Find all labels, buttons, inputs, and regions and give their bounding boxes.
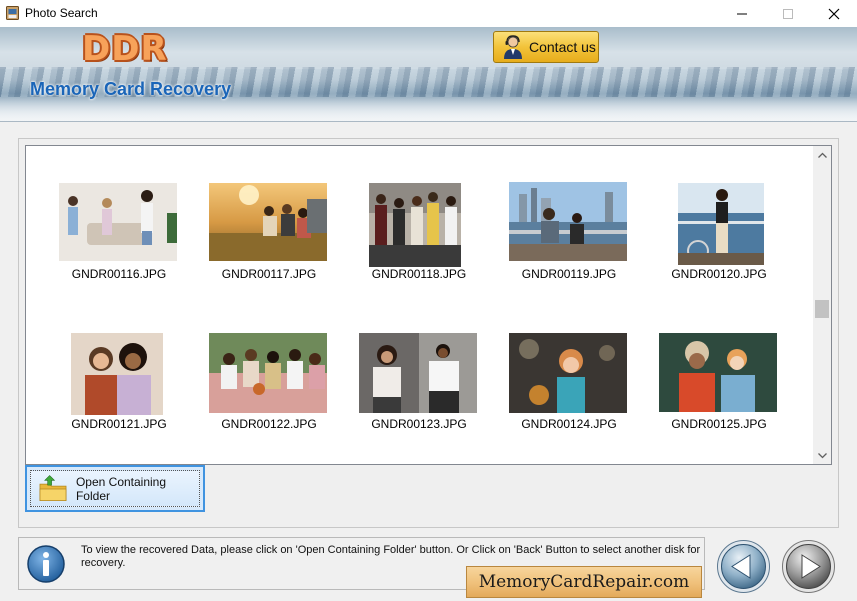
title-bar: Photo Search [0, 0, 857, 27]
photo-image [509, 182, 627, 261]
photo-filename: GNDR00120.JPG [671, 267, 767, 281]
next-arrow-icon [782, 540, 835, 593]
contact-us-label: Contact us [529, 39, 596, 55]
photo-image [678, 183, 764, 265]
photo-filename: GNDR00119.JPG [521, 267, 617, 281]
open-folder-label: Open Containing Folder [75, 474, 167, 503]
info-icon [26, 544, 66, 584]
photo-filename: GNDR00117.JPG [221, 267, 317, 281]
back-button[interactable] [716, 539, 771, 594]
banner-divider [0, 121, 857, 122]
scroll-down-button[interactable] [813, 447, 831, 464]
close-icon [828, 8, 840, 19]
photo-app-icon [6, 6, 19, 20]
photo-image [209, 183, 327, 261]
scroll-thumb[interactable] [815, 300, 829, 318]
banner-fade [0, 97, 857, 122]
photo-image [369, 183, 461, 267]
photo-image [209, 333, 327, 413]
folder-icon [39, 474, 67, 501]
scroll-up-button[interactable] [813, 146, 831, 163]
photo-image [59, 183, 177, 261]
photo-filename: GNDR00122.JPG [221, 417, 317, 431]
photo-image [659, 333, 777, 412]
header-banner: DDR Contact us Memory Card Recovery [0, 27, 857, 122]
chevron-down-icon [817, 452, 827, 458]
minimize-icon [737, 13, 747, 14]
photo-filename: GNDR00116.JPG [71, 267, 167, 281]
ddr-logo: DDR [82, 29, 168, 69]
open-containing-folder-button[interactable]: Open Containing Folder [25, 465, 205, 512]
photo-gallery[interactable]: GNDR00116.JPG GNDR00117.JPG GNDR00118.JP… [25, 145, 832, 465]
next-button[interactable] [781, 539, 836, 594]
open-folder-button-face: Open Containing Folder [30, 470, 200, 507]
chevron-up-icon [817, 152, 827, 158]
gallery-scrollbar[interactable] [813, 146, 831, 464]
photo-image [509, 333, 627, 413]
maximize-icon [783, 8, 793, 19]
back-arrow-icon [717, 540, 770, 593]
support-person-icon [504, 35, 522, 59]
photo-filename: GNDR00125.JPG [671, 417, 767, 431]
photo-filename: GNDR00118.JPG [371, 267, 467, 281]
photo-filename: GNDR00124.JPG [521, 417, 617, 431]
photo-filename: GNDR00123.JPG [371, 417, 467, 431]
window-title: Photo Search [25, 6, 98, 20]
website-brand: MemoryCardRepair.com [466, 566, 702, 598]
contact-us-button[interactable]: Contact us [493, 31, 599, 63]
minimize-button[interactable] [719, 0, 765, 27]
photo-image [359, 333, 477, 413]
product-subtitle: Memory Card Recovery [30, 79, 232, 99]
photo-image [71, 333, 163, 415]
photo-filename: GNDR00121.JPG [71, 417, 167, 431]
maximize-button[interactable] [765, 0, 811, 27]
close-button[interactable] [811, 0, 857, 27]
